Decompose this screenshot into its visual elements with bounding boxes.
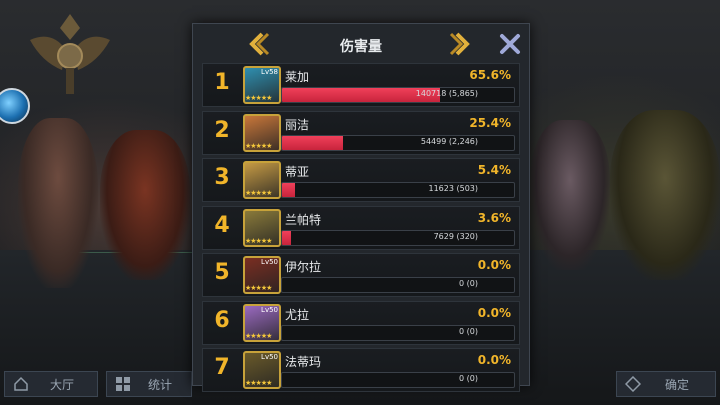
rank-number: 4 (214, 212, 230, 238)
damage-value: 0 (0) (459, 374, 478, 383)
hero-avatar[interactable]: ★★★★★ (243, 113, 281, 152)
hero-avatar[interactable]: Lv50 ★★★★★ (243, 256, 281, 294)
damage-value: 54499 (2,246) (420, 136, 478, 146)
enemy-figure-right-1 (530, 120, 610, 270)
star-rating-icon: ★★★★★ (245, 236, 272, 245)
grid-icon (116, 377, 130, 391)
hero-figure-left-1 (18, 118, 98, 288)
hero-name: 兰帕特 (285, 212, 322, 227)
confirm-label: 确定 (664, 377, 689, 392)
dialog-header: 伤害量 (193, 24, 529, 64)
damage-percent: 0.0% (477, 353, 511, 367)
hero-name: 伊尔拉 (285, 260, 322, 274)
damage-percent: 0.0% (477, 258, 511, 272)
ranking-row: 1 Lv58 ★★★★★ 莱加 65.6% 140718 (5,865) (202, 63, 520, 107)
star-rating-icon: ★★★★★ (245, 331, 272, 340)
damage-bar: 11623 (503) (281, 182, 515, 198)
dialog-title: 伤害量 (340, 39, 382, 55)
hero-level: Lv50 (261, 258, 278, 266)
damage-bar-fill (282, 183, 295, 197)
damage-percent: 3.6% (477, 210, 511, 225)
damage-value: 0 (0) (459, 279, 478, 288)
hero-level: Lv50 (261, 305, 278, 314)
star-rating-icon: ★★★★★ (245, 141, 272, 150)
rank-number: 7 (214, 355, 230, 380)
element-orb-icon (0, 88, 30, 124)
damage-bar: 54499 (2,246) (281, 134, 515, 151)
damage-value: 0 (0) (459, 326, 478, 336)
hero-avatar[interactable]: Lv58 ★★★★★ (243, 66, 281, 104)
damage-value: 11623 (503) (428, 184, 478, 193)
star-rating-icon: ★★★★★ (245, 189, 272, 197)
hero-avatar[interactable]: Lv50 ★★★★★ (243, 351, 281, 389)
diamond-icon (625, 376, 641, 392)
hero-name: 丽洁 (285, 117, 310, 132)
hero-name: 莱加 (285, 70, 310, 84)
damage-bar: 0 (0) (281, 372, 515, 388)
damage-bar: 0 (0) (281, 324, 515, 341)
hero-level: Lv58 (261, 68, 278, 76)
close-icon[interactable] (499, 33, 521, 55)
confirm-button[interactable]: 确定 (616, 371, 716, 397)
rank-number: 2 (214, 117, 230, 143)
damage-bar: 140718 (5,865) (281, 87, 515, 103)
damage-stats-dialog: 伤害量 1 Lv58 ★★★★★ 莱加 65.6% 140718 (5,865)… (192, 23, 530, 392)
rank-number: 3 (214, 165, 230, 190)
damage-bar-fill (282, 135, 344, 150)
star-rating-icon: ★★★★★ (245, 379, 272, 387)
damage-ranking-list: 1 Lv58 ★★★★★ 莱加 65.6% 140718 (5,865) 2 ★… (202, 63, 520, 396)
guild-emblem-icon (30, 14, 110, 94)
damage-value: 140718 (5,865) (415, 89, 478, 98)
lobby-button[interactable]: 大厅 (4, 371, 98, 397)
hero-avatar[interactable]: ★★★★★ (243, 208, 281, 247)
ranking-row: 5 Lv50 ★★★★★ 伊尔拉 0.0% 0 (0) (202, 253, 520, 297)
hero-name: 法蒂玛 (285, 355, 322, 369)
hero-figure-left-2 (100, 130, 190, 280)
rank-number: 6 (214, 307, 230, 333)
lobby-label: 大厅 (49, 377, 74, 392)
ranking-row: 6 Lv50 ★★★★★ 尤拉 0.0% 0 (0) (202, 300, 520, 345)
hero-name: 尤拉 (285, 307, 310, 322)
hero-avatar[interactable]: Lv50 ★★★★★ (243, 303, 281, 342)
damage-bar: 0 (0) (281, 277, 515, 293)
hero-name: 蒂亚 (285, 165, 310, 179)
rank-number: 1 (214, 70, 230, 95)
ranking-row: 3 ★★★★★ 蒂亚 5.4% 11623 (503) (202, 158, 520, 202)
statistics-label: 统计 (147, 377, 172, 392)
ranking-row: 4 ★★★★★ 兰帕特 3.6% 7629 (320) (202, 205, 520, 250)
rank-number: 5 (214, 260, 230, 285)
hero-level: Lv50 (261, 353, 278, 361)
damage-bar-fill (282, 230, 291, 245)
damage-percent: 0.0% (477, 305, 511, 320)
damage-percent: 65.6% (469, 68, 511, 82)
home-icon (14, 376, 28, 391)
damage-bar: 7629 (320) (281, 229, 515, 246)
hero-avatar[interactable]: ★★★★★ (243, 161, 281, 199)
damage-percent: 25.4% (469, 115, 511, 130)
next-arrow-icon[interactable] (449, 32, 471, 56)
statistics-button[interactable]: 统计 (106, 371, 192, 397)
ranking-row: 7 Lv50 ★★★★★ 法蒂玛 0.0% 0 (0) (202, 348, 520, 392)
damage-percent: 5.4% (477, 163, 511, 177)
damage-value: 7629 (320) (433, 231, 478, 241)
ranking-row: 2 ★★★★★ 丽洁 25.4% 54499 (2,246) (202, 110, 520, 155)
enemy-figure-right-2 (610, 110, 720, 280)
star-rating-icon: ★★★★★ (245, 284, 272, 292)
star-rating-icon: ★★★★★ (245, 94, 272, 102)
